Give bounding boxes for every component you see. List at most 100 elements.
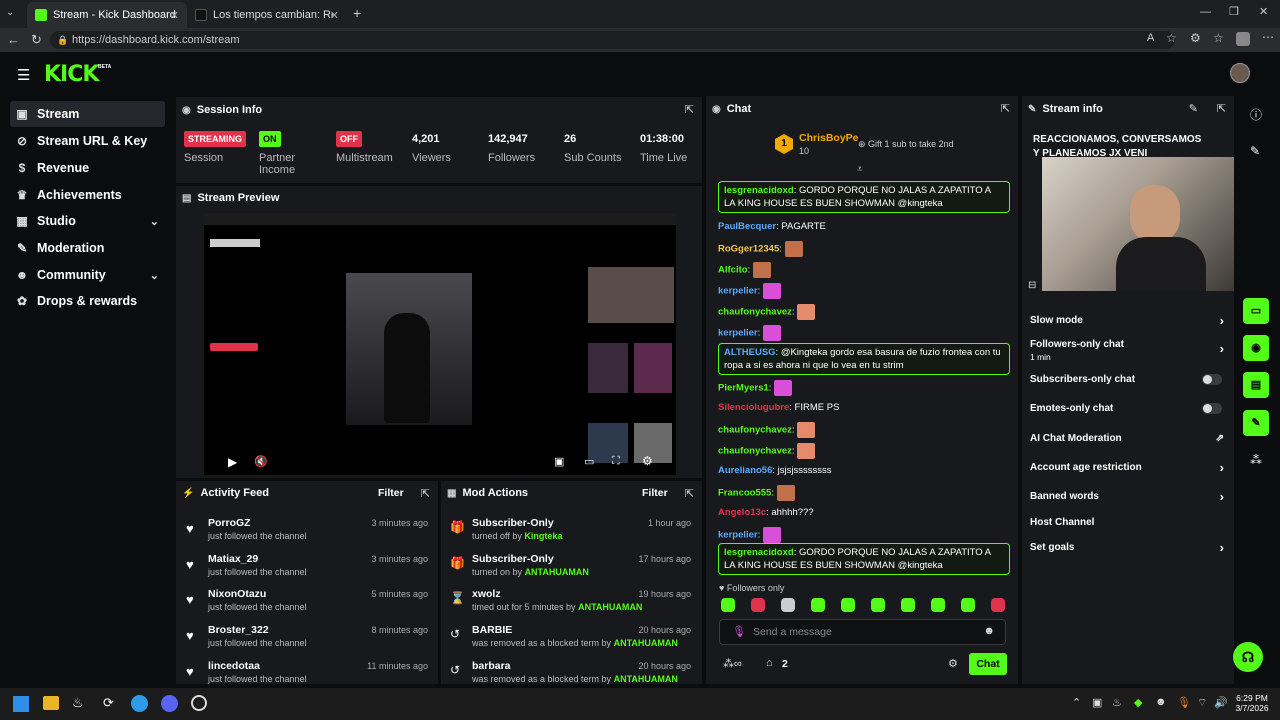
chat-settings-gear-icon[interactable]: ⚙	[948, 657, 958, 670]
emoji-icon[interactable]: ☻	[983, 625, 995, 637]
edge-icon[interactable]	[131, 695, 148, 712]
chat-username[interactable]: ALTHEUSG	[724, 347, 776, 358]
chat-username[interactable]: Alfcito	[718, 265, 748, 276]
subscribers-only-toggle[interactable]	[1202, 374, 1222, 385]
theater-icon[interactable]: ▭	[584, 455, 594, 468]
tray-steam-icon[interactable]: ♨	[1112, 696, 1122, 709]
fullscreen-icon[interactable]: ⛶	[612, 455, 620, 468]
sidebar-item-stream-url-key[interactable]: ⊘ Stream URL & Key	[10, 128, 165, 154]
sidebar-item-revenue[interactable]: $ Revenue	[10, 155, 165, 181]
chat-username[interactable]: Francoo555	[718, 488, 771, 499]
profile-avatar[interactable]	[1236, 32, 1250, 46]
chat-username[interactable]: chaufonychavez	[718, 307, 792, 318]
chat-username[interactable]: Aureliano56	[718, 465, 772, 476]
info-icon[interactable]: ⓘ	[1250, 106, 1262, 123]
refresh-icon[interactable]: ↻	[31, 32, 42, 48]
emotes-only-toggle[interactable]	[1202, 403, 1222, 414]
rail-chat-button[interactable]: ▭	[1243, 298, 1269, 324]
chat-username[interactable]: lesgrenacidoxd	[724, 547, 794, 558]
volume-icon[interactable]: 🔊	[1214, 696, 1228, 709]
mic-icon[interactable]: 🎙	[732, 625, 746, 638]
emote-picker-icon[interactable]	[781, 598, 795, 612]
mute-icon[interactable]: 🔇	[254, 455, 268, 468]
discord-icon[interactable]	[161, 695, 178, 712]
setting-host-channel[interactable]: Host Channel	[1030, 517, 1226, 528]
setting-ai-moderation[interactable]: AI Chat Moderation ⇗	[1030, 433, 1226, 444]
edit-icon[interactable]: ✎	[1189, 102, 1198, 115]
emote-picker-icon[interactable]	[931, 598, 945, 612]
rail-broadcast-button[interactable]: ◉	[1243, 335, 1269, 361]
hamburger-menu-icon[interactable]: ☰	[17, 66, 30, 84]
setting-account-age[interactable]: Account age restriction ›	[1030, 460, 1226, 475]
chat-username[interactable]: PaulBecquer	[718, 221, 776, 232]
chat-input[interactable]: 🎙 Send a message ☻	[719, 619, 1006, 645]
settings-infinity-icon[interactable]: ⁂∞	[723, 657, 742, 670]
back-icon[interactable]: ←	[7, 32, 20, 47]
tab-list-icon[interactable]: ⌄	[6, 7, 14, 18]
tray-discord-icon[interactable]: ☻	[1155, 696, 1167, 708]
obs-icon[interactable]	[191, 695, 207, 711]
kick-logo[interactable]: KICK	[44, 62, 99, 87]
chat-username[interactable]: Silenciolugubre	[718, 402, 789, 413]
stream-video[interactable]: ▶ 🔇 ▣ ▭ ⛶ ⚙	[204, 213, 676, 475]
user-avatar[interactable]	[1230, 63, 1250, 83]
pip-icon[interactable]: ▣	[554, 455, 564, 468]
minimize-icon[interactable]: —	[1200, 6, 1211, 18]
setting-slow-mode[interactable]: Slow mode ›	[1030, 313, 1226, 328]
favorite-star-icon[interactable]: ☆	[1166, 31, 1177, 45]
setting-followers-only[interactable]: Followers-only chat 1 min ›	[1030, 339, 1226, 362]
chat-username[interactable]: PierMyers1	[718, 383, 769, 394]
tray-nvidia-icon[interactable]: ◆	[1134, 696, 1142, 709]
sidebar-item-community[interactable]: ☻ Community ⌄	[10, 262, 165, 288]
sidebar-item-drops-rewards[interactable]: ✿ Drops & rewards	[10, 288, 165, 314]
extensions-icon[interactable]: ⚙	[1190, 31, 1201, 45]
close-tab-icon[interactable]: ✕	[170, 9, 179, 22]
top-gifter-name[interactable]: ChrisBoyPe	[799, 132, 859, 144]
setting-banned-words[interactable]: Banned words ›	[1030, 489, 1226, 504]
windows-start-icon[interactable]	[13, 696, 29, 712]
activity-filter-button[interactable]: Filter	[378, 487, 404, 499]
sidebar-item-studio[interactable]: ▦ Studio ⌄	[10, 208, 165, 234]
read-aloud-icon[interactable]: A	[1147, 32, 1154, 44]
close-window-icon[interactable]: ✕	[1259, 5, 1268, 18]
expand-icon[interactable]: ⇱	[685, 103, 694, 116]
chat-username[interactable]: RoGger12345	[718, 244, 779, 255]
sidebar-item-achievements[interactable]: ♛ Achievements	[10, 182, 165, 208]
chat-username[interactable]: chaufonychavez	[718, 446, 792, 457]
chat-username[interactable]: kerpelier	[718, 286, 758, 297]
steam-icon[interactable]: ♨	[72, 695, 84, 711]
sidebar-item-moderation[interactable]: ✎ Moderation	[10, 235, 165, 261]
expand-icon[interactable]: ⇱	[1001, 102, 1010, 115]
expand-icon[interactable]: ⇱	[1217, 102, 1226, 115]
emote-picker-icon[interactable]	[811, 598, 825, 612]
rail-layout-button[interactable]: ▤	[1243, 372, 1269, 398]
mod-filter-button[interactable]: Filter	[642, 487, 668, 499]
sidebar-item-stream[interactable]: ▣ Stream	[10, 101, 165, 127]
play-icon[interactable]: ▶	[228, 455, 237, 469]
emote-picker-icon[interactable]	[991, 598, 1005, 612]
chat-username[interactable]: Angelo13c	[718, 507, 766, 518]
maximize-icon[interactable]: ❐	[1229, 5, 1239, 18]
expand-icon[interactable]: ⇱	[685, 487, 694, 500]
support-headset-button[interactable]: ☊	[1233, 642, 1263, 672]
collections-icon[interactable]: ☆	[1213, 31, 1224, 45]
emote-picker-icon[interactable]	[901, 598, 915, 612]
chat-username[interactable]: chaufonychavez	[718, 425, 792, 436]
tray-chevron-up-icon[interactable]: ⌃	[1072, 696, 1081, 709]
close-tab-icon[interactable]: ✕	[330, 9, 339, 22]
chat-username[interactable]: kerpelier	[718, 530, 758, 541]
chat-username[interactable]: kerpelier	[718, 328, 758, 339]
tab-tiktok[interactable]: Los tiempos cambian: Reflexiones ✕	[187, 2, 347, 28]
new-tab-icon[interactable]: +	[353, 5, 361, 21]
emote-picker-icon[interactable]	[961, 598, 975, 612]
rail-wrench-button[interactable]: ✎	[1243, 410, 1269, 436]
expand-icon[interactable]: ⇱	[421, 487, 430, 500]
emote-picker-icon[interactable]	[871, 598, 885, 612]
emote-picker-icon[interactable]	[841, 598, 855, 612]
chat-username[interactable]: lesgrenacidoxd	[724, 185, 794, 196]
emote-picker-icon[interactable]	[751, 598, 765, 612]
tab-kick-dashboard[interactable]: Stream - Kick Dashboard ✕	[27, 2, 187, 28]
emote-picker-icon[interactable]	[721, 598, 735, 612]
wifi-icon[interactable]: ⌔	[1197, 696, 1207, 710]
setting-set-goals[interactable]: Set goals ›	[1030, 540, 1226, 555]
